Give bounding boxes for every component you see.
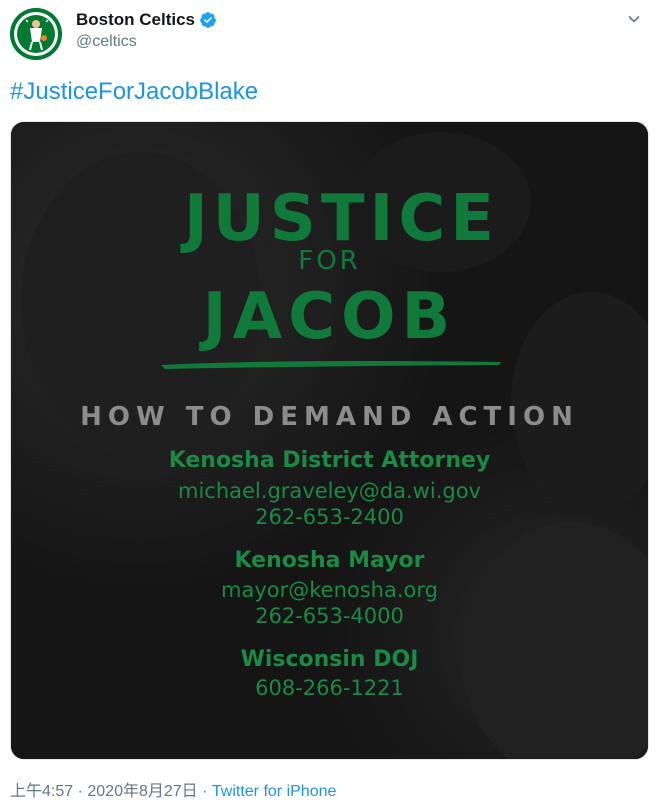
meta-separator: · [197, 783, 212, 800]
meta-separator: · [73, 783, 88, 800]
contact-phone: 608-266-1221 [255, 676, 404, 700]
hashtag-link[interactable]: #JusticeForJacobBlake [10, 78, 258, 106]
celtics-logo-icon [10, 8, 62, 60]
poster-subtitle: HOW TO DEMAND ACTION [80, 402, 579, 432]
verified-badge-icon [199, 11, 217, 29]
poster-title-jacob: JACOB [202, 280, 457, 354]
tweet-date[interactable]: 2020年8月27日 [87, 783, 197, 800]
display-name[interactable]: Boston Celtics [76, 10, 217, 30]
poster-title-for: FOR [298, 246, 361, 276]
tweet-card: Boston Celtics @celtics #JusticeForJacob… [0, 0, 655, 802]
contact-title: Wisconsin DOJ [240, 647, 419, 672]
tweet-source-link[interactable]: Twitter for iPhone [212, 783, 337, 800]
chevron-down-icon[interactable] [627, 12, 641, 26]
tweet-time[interactable]: 上午4:57 [10, 783, 73, 800]
contact-email: mayor@kenosha.org [221, 578, 438, 602]
brush-stroke [161, 361, 501, 369]
contact-phone: 262-653-2400 [255, 505, 404, 529]
contact-email: michael.graveley@da.wi.gov [178, 479, 481, 503]
handle[interactable]: @celtics [76, 33, 137, 51]
contact-title: Kenosha Mayor [234, 548, 425, 573]
avatar[interactable] [10, 8, 62, 60]
tweet-image[interactable]: JUSTICE FOR JACOB HOW TO DEMAND ACTION K… [10, 121, 649, 760]
contact-phone: 262-653-4000 [255, 604, 404, 628]
contact-title: Kenosha District Attorney [168, 448, 491, 473]
poster-title-justice: JUSTICE [183, 182, 500, 256]
tweet-metadata: 上午4:57 · 2020年8月27日 · Twitter for iPhone [10, 777, 336, 801]
display-name-text[interactable]: Boston Celtics [76, 10, 195, 30]
